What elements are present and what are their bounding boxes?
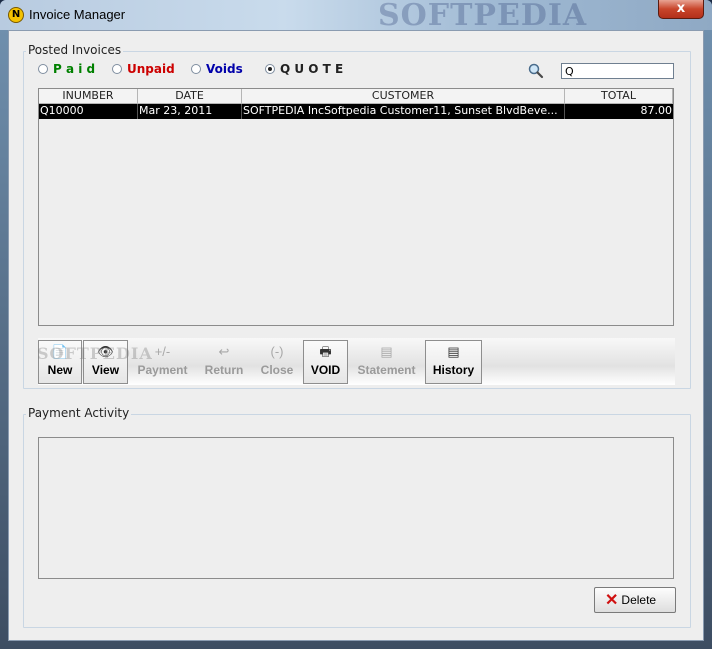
title-bar[interactable]: N Invoice Manager SOFTPEDIA x xyxy=(0,0,712,33)
delete-icon: ✕ xyxy=(605,592,619,609)
filter-radio-0[interactable]: P a i d xyxy=(38,62,95,76)
return-button: ↩ Return xyxy=(197,340,251,384)
delete-label: Delete xyxy=(621,593,657,607)
history-icon: ▤ xyxy=(447,344,460,359)
statement-button: ▤ Statement xyxy=(349,340,424,384)
radio-indicator[interactable] xyxy=(191,64,201,74)
radio-indicator[interactable] xyxy=(112,64,122,74)
client-area: Posted Invoices P a i d Unpaid Voids Q U O … xyxy=(8,30,704,641)
radio-indicator[interactable] xyxy=(265,64,275,74)
cell-total: 87.00 xyxy=(640,104,673,117)
column-header-total[interactable]: TOTAL xyxy=(565,89,673,104)
close-button[interactable]: x xyxy=(658,0,704,19)
cell-date: Mar 23, 2011 xyxy=(138,104,242,119)
return-arrow-icon: ↩ xyxy=(218,344,230,359)
invoice-manager-window: N Invoice Manager SOFTPEDIA x Posted Inv… xyxy=(0,0,712,649)
toolbar-button-label: Close xyxy=(260,363,294,377)
payment-activity-list[interactable] xyxy=(38,437,674,579)
toolbar-button-label: Return xyxy=(204,363,244,377)
table-row[interactable]: Q10000 Mar 23, 2011 SOFTPEDIA IncSoftped… xyxy=(39,104,673,119)
column-header-inumber[interactable]: INUMBER xyxy=(39,89,138,104)
filter-radio-2[interactable]: Voids xyxy=(191,62,243,76)
toolbar-button-label: History xyxy=(432,363,475,377)
toolbar-watermark: SOFTPEDIA xyxy=(37,344,153,363)
toolbar-button-label: New xyxy=(47,363,73,377)
invoices-table: INUMBER DATE CUSTOMER TOTAL Q10000 Mar 2… xyxy=(38,88,674,326)
window-title: Invoice Manager xyxy=(29,7,126,22)
toolbar-button-label: Payment xyxy=(137,363,188,377)
cell-inumber: Q10000 xyxy=(39,104,138,119)
title-watermark: SOFTPEDIA xyxy=(378,0,588,33)
magnifier-icon[interactable] xyxy=(527,62,545,80)
printer-icon: 🖶 xyxy=(319,344,332,359)
filter-radio-3[interactable]: Q U O T E xyxy=(265,62,343,76)
void-button[interactable]: 🖶 VOID xyxy=(303,340,348,384)
history-button[interactable]: ▤ History xyxy=(425,340,482,384)
filter-radio-1[interactable]: Unpaid xyxy=(112,62,175,76)
statement-icon: ▤ xyxy=(380,344,393,359)
payment-activity-title: Payment Activity xyxy=(26,406,132,420)
filter-label: Voids xyxy=(206,62,243,76)
cell-customer: SOFTPEDIA IncSoftpedia Customer11, Sunse… xyxy=(242,104,565,119)
close-button: (-) Close xyxy=(252,340,302,384)
search-input[interactable]: Q xyxy=(561,63,674,79)
posted-invoices-title: Posted Invoices xyxy=(26,43,124,57)
app-icon: N xyxy=(8,7,24,23)
toolbar-button-label: VOID xyxy=(310,363,341,377)
delete-button[interactable]: ✕ Delete xyxy=(594,587,676,613)
column-header-customer[interactable]: CUSTOMER xyxy=(242,89,565,104)
minus-icon: (-) xyxy=(270,344,284,359)
filter-label: P a i d xyxy=(53,62,96,76)
toolbar-button-label: View xyxy=(91,363,120,377)
filter-label: Q U O T E xyxy=(280,62,344,76)
filter-label: Unpaid xyxy=(127,62,175,76)
radio-indicator[interactable] xyxy=(38,64,48,74)
toolbar-button-label: Statement xyxy=(357,363,416,377)
column-header-date[interactable]: DATE xyxy=(138,89,242,104)
